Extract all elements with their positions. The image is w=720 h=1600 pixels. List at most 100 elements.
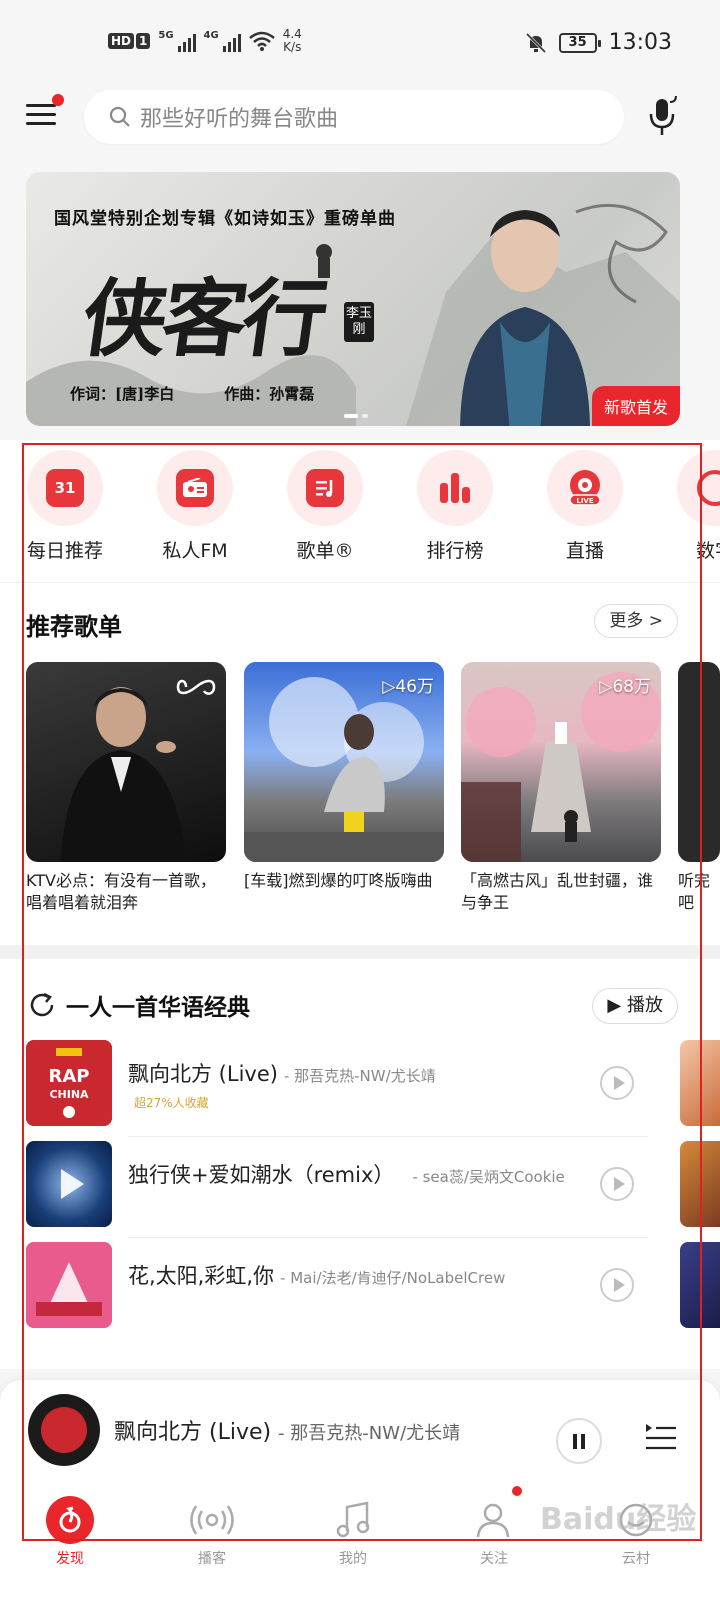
shortcut-playlist[interactable]: 歌单®	[270, 450, 380, 563]
status-right: 35 13:03	[525, 30, 672, 55]
recommend-title: 推荐歌单	[26, 613, 122, 641]
song-title: 独行侠+爱如潮水（remix）	[128, 1163, 395, 1187]
song-row[interactable]: 花,太阳,彩虹,你 - Mai/法老/肯迪仔/NoLabelCrew	[26, 1242, 706, 1328]
playlist-card[interactable]: ▷46万 [车载]燃到爆的叮咚版嗨曲	[244, 662, 444, 892]
shortcut-label: 排行榜	[426, 540, 484, 562]
shortcut-daily[interactable]: 31 每日推荐	[10, 450, 120, 563]
song-row[interactable]: RAP CHINA 飘向北方 (Live) - 那吾克热-NW/尤长靖 超27%人收…	[26, 1040, 706, 1137]
now-playing-title: 飘向北方 (Live)	[114, 1420, 272, 1445]
play-all-button[interactable]: ▶ 播放	[592, 988, 678, 1024]
banner-singer-photo	[460, 210, 590, 426]
follow-icon	[470, 1496, 518, 1544]
podcast-icon	[188, 1496, 236, 1544]
nav-label: 云村	[622, 1551, 650, 1567]
status-bar: HD 1 5G 4G 4.4 K/s 35 13:03	[0, 0, 720, 90]
song-cover	[26, 1242, 112, 1328]
song-row[interactable]: 独行侠+爱如潮水（remix） - sea蕊/吴炳文Cookie	[26, 1141, 706, 1238]
banner-credits: 作词：[唐]李白 作曲：孙霄磊	[70, 383, 364, 404]
next-card-peek	[680, 1141, 720, 1227]
song-title: 飘向北方 (Live)	[128, 1062, 278, 1086]
nav-follow[interactable]: 关注	[454, 1496, 534, 1568]
svg-text:RAP: RAP	[49, 1066, 90, 1087]
song-cover	[26, 1141, 112, 1227]
nav-mine[interactable]: 我的	[313, 1496, 393, 1568]
banner-composer: 作曲：孙霄磊	[224, 385, 315, 403]
now-playing-text: 飘向北方 (Live) - 那吾克热-NW/尤长靖	[114, 1414, 460, 1446]
daily-title: 一人一首华语经典	[66, 995, 250, 1021]
playlist-card[interactable]: KTV必点：有没有一首歌，唱着唱着就泪奔	[26, 662, 226, 914]
refresh-icon[interactable]	[28, 991, 56, 1019]
follow-notification-dot	[512, 1486, 522, 1496]
song-tag: 超27%人收藏	[134, 1096, 209, 1110]
network-speed: 4.4 K/s	[282, 27, 302, 54]
hd-indicator: HD 1	[108, 33, 151, 49]
banner-title: 侠客行	[76, 269, 331, 368]
song-artist: - 那吾克热-NW/尤长靖	[283, 1067, 436, 1085]
playlist-name: 听完吧	[678, 871, 711, 912]
playlist-name: 「高燃古风」乱世封疆，谁与争王	[461, 871, 654, 912]
play-count: ▷46万	[382, 677, 434, 697]
infinity-icon	[176, 679, 216, 695]
banner-subtitle: 国风堂特别企划专辑《如诗如玉》重磅单曲	[54, 209, 396, 229]
search-placeholder: 那些好听的舞台歌曲	[140, 107, 339, 132]
row-divider	[128, 1237, 648, 1238]
shortcut-label: 私人FM	[162, 540, 228, 562]
nav-label: 发现	[56, 1551, 84, 1567]
battery-indicator: 35	[558, 32, 601, 53]
shortcut-label: 数字	[695, 540, 720, 562]
signal-5g-icon: 5G	[158, 30, 196, 52]
calendar-icon: 31	[46, 469, 84, 507]
shortcut-label: 歌单®	[296, 540, 354, 562]
song-title-line: 飘向北方 (Live) - 那吾克热-NW/尤长靖	[128, 1058, 436, 1088]
music-note-icon	[329, 1496, 377, 1544]
banner-carousel[interactable]: 国风堂特别企划专辑《如诗如玉》重磅单曲 侠客行 李玉刚 作词：[唐]李白 作曲：孙…	[26, 172, 680, 426]
live-icon: LIVE	[569, 470, 601, 506]
nav-label: 播客	[198, 1551, 226, 1567]
mic-icon[interactable]	[646, 96, 680, 138]
section-separator	[0, 945, 720, 959]
playlist-name: KTV必点：有没有一首歌，唱着唱着就泪奔	[26, 871, 216, 912]
shortcut-label: 每日推荐	[26, 540, 103, 562]
shortcut-fm[interactable]: 私人FM	[140, 450, 250, 563]
pause-button[interactable]	[556, 1418, 602, 1464]
song-artist: - Mai/法老/肯迪仔/NoLabelCrew	[280, 1269, 506, 1287]
shortcut-row: 31 每日推荐 私人FM 歌单® 排行榜 LIVE 直播 数字	[0, 450, 720, 580]
mute-bell-icon	[525, 32, 546, 53]
status-left: HD 1 5G 4G 4.4 K/s	[108, 28, 302, 54]
search-bar[interactable]: 那些好听的舞台歌曲	[84, 90, 624, 144]
song-title-line: 花,太阳,彩虹,你 - Mai/法老/肯迪仔/NoLabelCrew	[128, 1260, 505, 1290]
nav-discover[interactable]: 发现	[30, 1496, 110, 1568]
divider	[0, 582, 720, 583]
shortcut-label: 直播	[565, 540, 604, 562]
play-song-button[interactable]	[600, 1268, 634, 1302]
shortcut-digital[interactable]: 数字	[660, 450, 720, 563]
nav-label: 关注	[480, 1551, 508, 1567]
mini-player[interactable]: 飘向北方 (Live) - 那吾克热-NW/尤长靖	[0, 1380, 720, 1490]
playlist-card[interactable]: 听完吧	[678, 662, 720, 914]
play-song-button[interactable]	[600, 1167, 634, 1201]
daily-header: 一人一首华语经典	[28, 988, 250, 1022]
more-button[interactable]: 更多 >	[594, 604, 678, 638]
nav-label: 我的	[339, 1551, 367, 1567]
now-playing-artist: - 那吾克热-NW/尤长靖	[278, 1423, 461, 1444]
svg-text:LIVE: LIVE	[576, 497, 593, 505]
chart-icon	[440, 473, 470, 503]
menu-button[interactable]	[26, 94, 64, 132]
playlist-card[interactable]: ▷68万 「高燃古风」乱世封疆，谁与争王	[461, 662, 661, 914]
playlist-icon	[306, 469, 344, 507]
watermark: Baidu经验	[540, 1502, 697, 1537]
wifi-icon	[248, 31, 275, 51]
digital-icon	[697, 470, 720, 506]
shortcut-charts[interactable]: 排行榜	[400, 450, 510, 563]
playlist-queue-icon[interactable]	[644, 1420, 678, 1454]
status-time: 13:03	[608, 30, 672, 55]
next-card-peek	[680, 1242, 720, 1328]
signal-4g-icon: 4G	[204, 30, 241, 52]
song-title-line: 独行侠+爱如潮水（remix） - sea蕊/吴炳文Cookie	[128, 1159, 565, 1189]
play-song-button[interactable]	[600, 1066, 634, 1100]
nav-podcast[interactable]: 播客	[172, 1496, 252, 1568]
banner-lyricist: 作词：[唐]李白	[70, 385, 175, 403]
shortcut-live[interactable]: LIVE 直播	[530, 450, 640, 563]
notification-dot	[52, 94, 64, 106]
carousel-dots	[344, 414, 368, 418]
